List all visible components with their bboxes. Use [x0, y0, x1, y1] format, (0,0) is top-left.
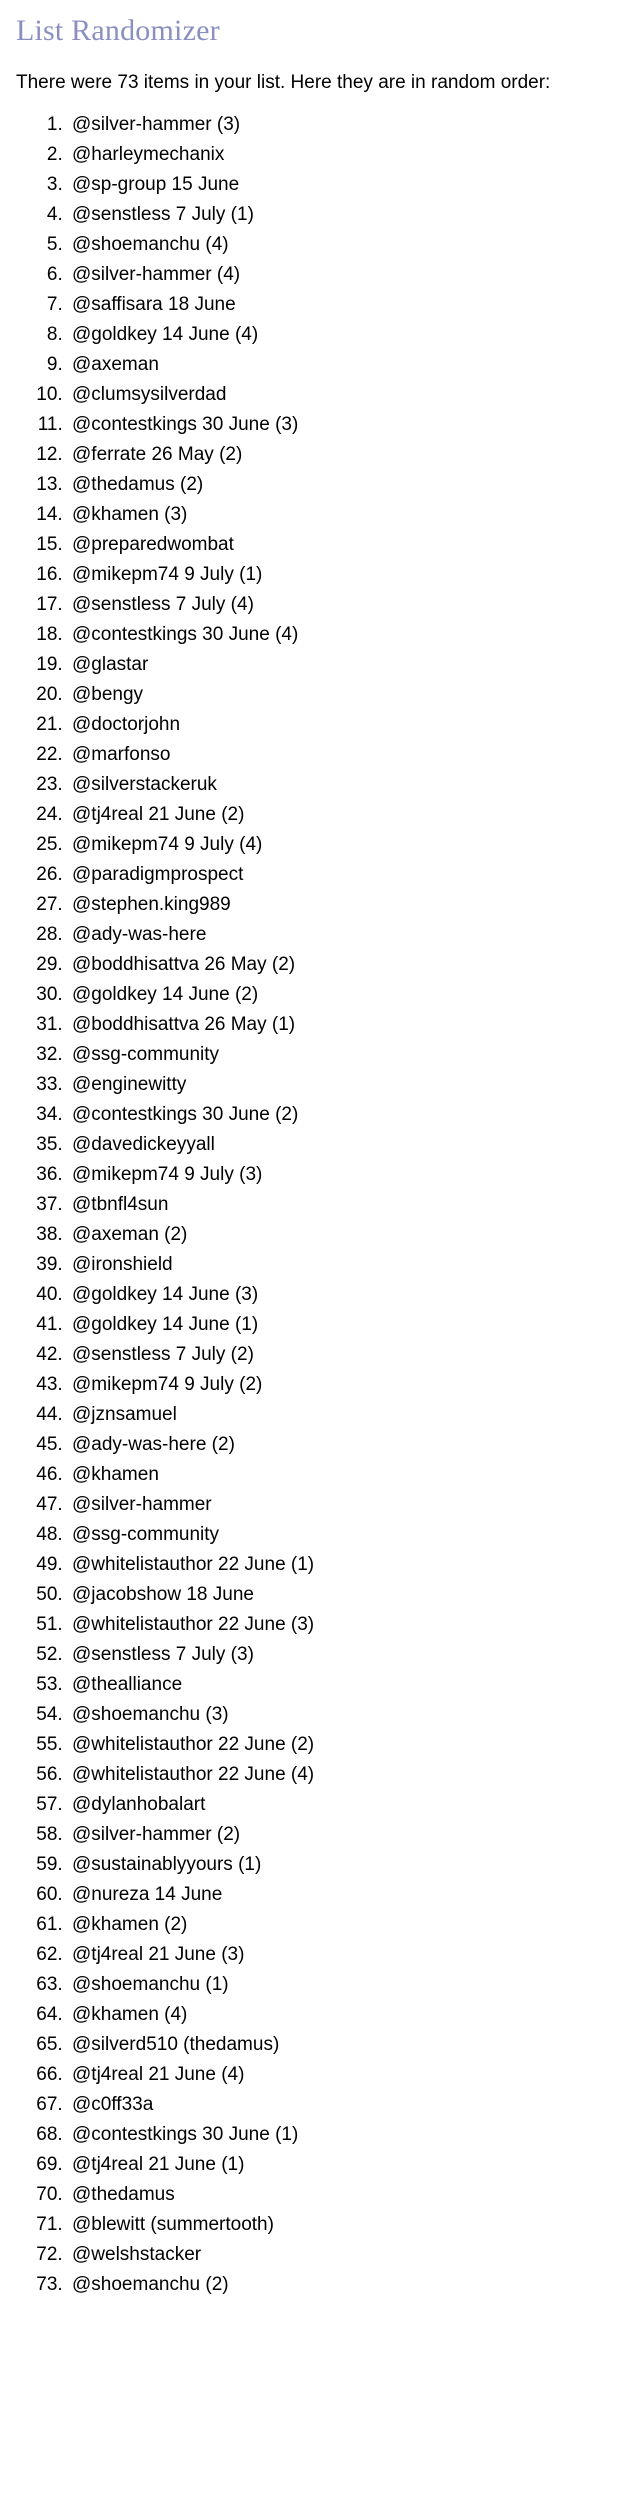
list-item: @paradigmprospect	[68, 860, 632, 890]
list-item: @enginewitty	[68, 1070, 632, 1100]
list-item: @ady-was-here (2)	[68, 1430, 632, 1460]
list-item: @glastar	[68, 650, 632, 680]
list-item: @stephen.king989	[68, 890, 632, 920]
list-item: @mikepm74 9 July (1)	[68, 560, 632, 590]
list-item: @axeman	[68, 350, 632, 380]
list-item: @doctorjohn	[68, 710, 632, 740]
list-item: @blewitt (summertooth)	[68, 2210, 632, 2240]
page-title: List Randomizer	[16, 14, 220, 47]
list-item: @ssg-community	[68, 1040, 632, 1070]
list-item: @goldkey 14 June (3)	[68, 1280, 632, 1310]
list-item: @sp-group 15 June	[68, 170, 632, 200]
list-item: @thedamus (2)	[68, 470, 632, 500]
list-item: @thedamus	[68, 2180, 632, 2210]
list-item: @contestkings 30 June (2)	[68, 1100, 632, 1130]
list-item: @thealliance	[68, 1670, 632, 1700]
list-item: @shoemanchu (3)	[68, 1700, 632, 1730]
list-item: @saffisara 18 June	[68, 290, 632, 320]
list-item: @shoemanchu (4)	[68, 230, 632, 260]
list-item: @tj4real 21 June (1)	[68, 2150, 632, 2180]
list-item: @tj4real 21 June (2)	[68, 800, 632, 830]
list-item: @ironshield	[68, 1250, 632, 1280]
list-item: @sustainablyyours (1)	[68, 1850, 632, 1880]
list-item: @preparedwombat	[68, 530, 632, 560]
list-item: @khamen (4)	[68, 2000, 632, 2030]
list-item: @whitelistauthor 22 June (1)	[68, 1550, 632, 1580]
list-item: @tj4real 21 June (3)	[68, 1940, 632, 1970]
list-item: @silverd510 (thedamus)	[68, 2030, 632, 2060]
randomized-list: @silver-hammer (3)@harleymechanix@sp-gro…	[8, 110, 632, 2300]
list-item: @ferrate 26 May (2)	[68, 440, 632, 470]
list-item: @ssg-community	[68, 1520, 632, 1550]
list-item: @silver-hammer (2)	[68, 1820, 632, 1850]
list-item: @tj4real 21 June (4)	[68, 2060, 632, 2090]
list-item: @goldkey 14 June (2)	[68, 980, 632, 1010]
list-item: @c0ff33a	[68, 2090, 632, 2120]
list-item: @whitelistauthor 22 June (4)	[68, 1760, 632, 1790]
list-item: @shoemanchu (1)	[68, 1970, 632, 2000]
list-item: @boddhisattva 26 May (1)	[68, 1010, 632, 1040]
list-item: @khamen	[68, 1460, 632, 1490]
list-item: @contestkings 30 June (3)	[68, 410, 632, 440]
list-item: @welshstacker	[68, 2240, 632, 2270]
list-item: @silverstackeruk	[68, 770, 632, 800]
list-item: @jacobshow 18 June	[68, 1580, 632, 1610]
list-item: @bengy	[68, 680, 632, 710]
list-item: @nureza 14 June	[68, 1880, 632, 1910]
list-item: @silver-hammer	[68, 1490, 632, 1520]
list-item: @davedickeyyall	[68, 1130, 632, 1160]
list-item: @harleymechanix	[68, 140, 632, 170]
list-item: @contestkings 30 June (1)	[68, 2120, 632, 2150]
list-item: @marfonso	[68, 740, 632, 770]
list-item: @senstless 7 July (1)	[68, 200, 632, 230]
list-item: @silver-hammer (4)	[68, 260, 632, 290]
list-randomizer-page: List Randomizer There were 73 items in y…	[0, 0, 640, 2310]
list-item: @silver-hammer (3)	[68, 110, 632, 140]
list-item: @contestkings 30 June (4)	[68, 620, 632, 650]
list-item: @mikepm74 9 July (2)	[68, 1370, 632, 1400]
list-item: @mikepm74 9 July (3)	[68, 1160, 632, 1190]
list-item: @senstless 7 July (3)	[68, 1640, 632, 1670]
list-item: @axeman (2)	[68, 1220, 632, 1250]
list-item: @clumsysilverdad	[68, 380, 632, 410]
list-item: @whitelistauthor 22 June (2)	[68, 1730, 632, 1760]
list-item: @ady-was-here	[68, 920, 632, 950]
intro-text: There were 73 items in your list. Here t…	[16, 72, 551, 93]
list-item: @khamen (3)	[68, 500, 632, 530]
list-item: @whitelistauthor 22 June (3)	[68, 1610, 632, 1640]
list-item: @khamen (2)	[68, 1910, 632, 1940]
list-item: @senstless 7 July (2)	[68, 1340, 632, 1370]
list-item: @senstless 7 July (4)	[68, 590, 632, 620]
list-item: @boddhisattva 26 May (2)	[68, 950, 632, 980]
list-item: @jznsamuel	[68, 1400, 632, 1430]
list-item: @shoemanchu (2)	[68, 2270, 632, 2300]
list-item: @goldkey 14 June (4)	[68, 320, 632, 350]
list-item: @dylanhobalart	[68, 1790, 632, 1820]
list-item: @mikepm74 9 July (4)	[68, 830, 632, 860]
list-item: @tbnfl4sun	[68, 1190, 632, 1220]
list-item: @goldkey 14 June (1)	[68, 1310, 632, 1340]
